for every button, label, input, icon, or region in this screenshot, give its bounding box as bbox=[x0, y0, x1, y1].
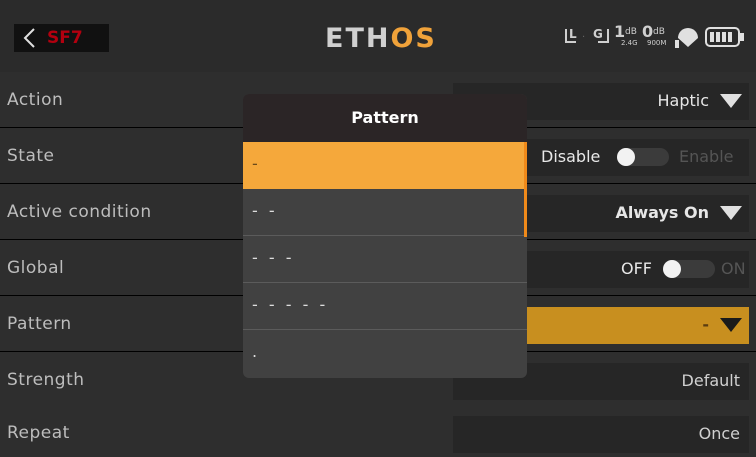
rssi-2-unit: dB bbox=[653, 27, 665, 37]
band-2-label: 900M bbox=[647, 39, 667, 47]
back-button[interactable]: SF7 bbox=[14, 24, 109, 52]
global-toggle-on-label: ON bbox=[721, 259, 746, 278]
global-toggle-off-label: OFF bbox=[621, 259, 652, 278]
state-toggle-knob bbox=[617, 148, 635, 166]
screen-title: SF7 bbox=[47, 28, 83, 48]
active-condition-value: Always On bbox=[615, 203, 709, 222]
dropdown-arrow-icon bbox=[720, 94, 742, 108]
row-label-active-condition: Active condition bbox=[7, 202, 152, 222]
row-repeat: Repeat Once bbox=[0, 405, 756, 457]
state-toggle[interactable]: Disable Enable bbox=[541, 146, 743, 168]
rssi-1-unit: dB bbox=[625, 27, 637, 37]
battery-icon bbox=[705, 27, 744, 47]
popup-option-label: - bbox=[252, 154, 261, 173]
back-chevron-icon bbox=[23, 28, 35, 48]
popup-option[interactable]: - bbox=[243, 142, 527, 189]
pattern-value: - bbox=[702, 315, 709, 334]
status-l-label: L bbox=[569, 27, 577, 41]
state-toggle-on-label: Enable bbox=[679, 147, 734, 166]
row-label-repeat: Repeat bbox=[7, 423, 70, 443]
strength-value: Default bbox=[681, 371, 740, 390]
popup-option[interactable]: - - - bbox=[243, 236, 527, 283]
g-bracket-icon bbox=[598, 29, 609, 43]
popup-option[interactable]: - - bbox=[243, 189, 527, 236]
action-value: Haptic bbox=[657, 91, 709, 110]
popup-option-label: - - bbox=[252, 201, 278, 220]
dropdown-arrow-icon bbox=[720, 206, 742, 220]
band-1-label: 2.4G bbox=[621, 39, 638, 47]
repeat-field[interactable]: Once bbox=[453, 416, 749, 453]
repeat-value: Once bbox=[698, 424, 740, 443]
popup-scrollbar[interactable] bbox=[524, 142, 527, 237]
antenna-icon bbox=[675, 28, 698, 48]
global-toggle-knob bbox=[663, 260, 681, 278]
dropdown-arrow-icon bbox=[720, 318, 742, 332]
global-toggle-track[interactable] bbox=[663, 260, 715, 278]
popup-option[interactable]: . bbox=[243, 330, 527, 377]
brand-logo-main: ETH bbox=[325, 23, 391, 54]
brand-logo-accent: OS bbox=[390, 23, 437, 54]
row-label-strength: Strength bbox=[7, 370, 85, 390]
state-toggle-off-label: Disable bbox=[541, 147, 601, 166]
brand-logo: ETHOS bbox=[325, 24, 437, 54]
pattern-popup: Pattern - - - - - - - - - - - . bbox=[243, 94, 527, 378]
row-label-state: State bbox=[7, 146, 55, 166]
popup-option[interactable]: - - - - - bbox=[243, 283, 527, 330]
popup-title: Pattern bbox=[243, 94, 527, 142]
row-label-action: Action bbox=[7, 90, 64, 110]
global-toggle[interactable]: OFF ON bbox=[543, 258, 746, 280]
row-label-pattern: Pattern bbox=[7, 314, 72, 334]
state-toggle-track[interactable] bbox=[617, 148, 669, 166]
row-label-global: Global bbox=[7, 258, 65, 278]
popup-option-label: . bbox=[252, 342, 261, 361]
popup-option-label: - - - - - bbox=[252, 295, 329, 314]
popup-option-label: - - - bbox=[252, 248, 295, 267]
top-bar: SF7 ETHOS L · G 1 dB 2.4G 0 dB 900M bbox=[0, 0, 756, 75]
status-bar[interactable]: L · G 1 dB 2.4G 0 dB 900M bbox=[563, 23, 749, 53]
